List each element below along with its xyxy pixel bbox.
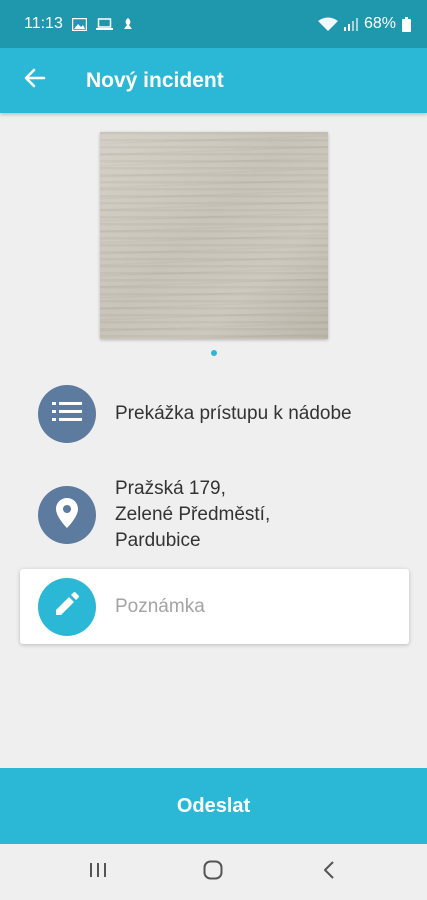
address-row: Pražská 179, Zelené Předměstí, Pardubice [38,476,270,554]
page-title: Nový incident [86,68,224,92]
address-icon-circle [38,486,96,544]
nav-back-button[interactable] [299,852,359,892]
back-chevron-icon [323,860,335,884]
back-button[interactable] [0,48,70,113]
location-pin-icon [56,497,78,533]
submit-button[interactable]: Odeslat [0,768,427,844]
category-row: Prekážka prístupu k nádobe [38,385,352,443]
signal-icon [343,17,358,31]
photo-page-indicator [211,350,217,356]
address-line-1: Pražská 179, [115,478,226,499]
address-line-3: Pardubice [115,530,201,551]
address-text: Pražská 179, Zelené Předměstí, Pardubice [115,476,270,554]
status-time: 11:13 [24,15,63,32]
recents-icon [89,862,107,883]
system-nav-bar [0,844,427,900]
pencil-icon [54,591,80,622]
note-input[interactable] [115,595,375,618]
status-bar: 11:13 68% [0,0,427,48]
arrow-left-icon [24,68,46,93]
laptop-icon [95,17,113,31]
nav-home-button[interactable] [183,852,243,892]
app-bar: Nový incident [0,48,427,113]
note-card[interactable] [20,569,409,644]
battery-percent: 68% [363,15,396,32]
home-icon [203,860,223,885]
note-icon-circle [38,577,96,636]
notification-icon [122,17,134,31]
wifi-icon [317,17,338,32]
incident-photo[interactable] [100,132,328,339]
gallery-icon [71,17,87,31]
address-line-2: Zelené Předměstí, [115,504,271,525]
battery-icon [402,16,411,32]
nav-recents-button[interactable] [68,852,128,892]
category-label: Prekážka prístupu k nádobe [115,403,352,424]
category-icon-circle [38,385,96,443]
list-icon [52,401,82,428]
